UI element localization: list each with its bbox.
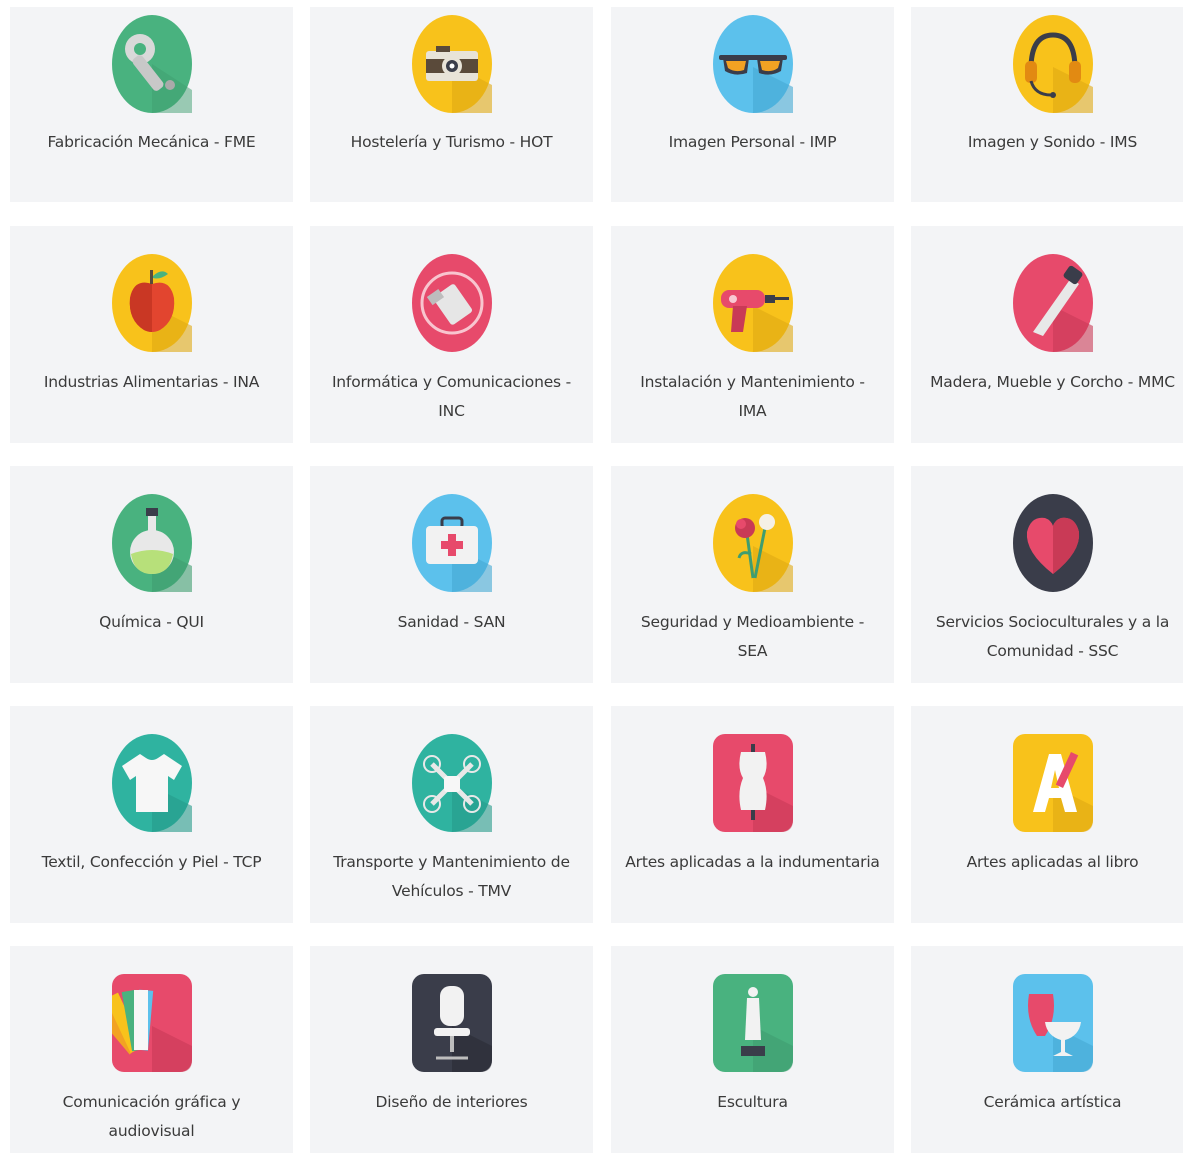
drill-icon xyxy=(712,254,793,352)
category-card-ceramica[interactable]: Cerámica artística xyxy=(911,946,1183,1153)
flask-icon xyxy=(111,494,192,592)
drone-icon xyxy=(411,734,492,832)
category-card-ima[interactable]: Instalación y Mantenimiento - IMA xyxy=(611,226,894,443)
first-aid-kit-icon xyxy=(411,494,492,592)
category-card-ina[interactable]: Industrias Alimentarias - INA xyxy=(10,226,293,443)
usb-drive-icon xyxy=(411,254,492,352)
apple-icon xyxy=(111,254,192,352)
category-label: Instalación y Mantenimiento - IMA xyxy=(640,373,865,420)
category-card-mmc[interactable]: Madera, Mueble y Corcho - MMC xyxy=(911,226,1183,443)
category-label: Hostelería y Turismo - HOT xyxy=(350,133,553,151)
category-label: Diseño de interiores xyxy=(375,1093,528,1111)
vase-icon xyxy=(1012,974,1093,1072)
category-card-indumentaria[interactable]: Artes aplicadas a la indumentaria xyxy=(611,706,894,923)
category-label: Cerámica artística xyxy=(983,1093,1122,1111)
headphones-icon xyxy=(1012,15,1093,113)
tshirt-icon xyxy=(111,734,192,832)
category-label: Madera, Mueble y Corcho - MMC xyxy=(930,373,1175,391)
category-label: Servicios Socioculturales y a la Comunid… xyxy=(935,613,1170,660)
category-label: Industrias Alimentarias - INA xyxy=(43,373,260,391)
category-card-escultura[interactable]: Escultura xyxy=(611,946,894,1153)
saw-icon xyxy=(1012,254,1093,352)
category-card-san[interactable]: Sanidad - SAN xyxy=(310,466,593,683)
camera-icon xyxy=(411,15,492,113)
category-card-imp[interactable]: Imagen Personal - IMP xyxy=(611,7,894,202)
category-card-qui[interactable]: Química - QUI xyxy=(10,466,293,683)
category-label: Artes aplicadas al libro xyxy=(966,853,1139,871)
category-label: Imagen y Sonido - IMS xyxy=(967,133,1138,151)
flowers-icon xyxy=(712,494,793,592)
color-swatch-icon xyxy=(111,974,192,1072)
wrench-icon xyxy=(111,15,192,113)
category-label: Comunicación gráfica y audiovisual xyxy=(62,1093,241,1140)
category-card-fme[interactable]: Fabricación Mecánica - FME xyxy=(10,7,293,202)
category-card-ssc[interactable]: Servicios Socioculturales y a la Comunid… xyxy=(911,466,1183,683)
category-card-libro[interactable]: Artes aplicadas al libro xyxy=(911,706,1183,923)
category-label: Transporte y Mantenimiento de Vehículos … xyxy=(333,853,570,900)
category-card-tmv[interactable]: Transporte y Mantenimiento de Vehículos … xyxy=(310,706,593,923)
category-label: Seguridad y Medioambiente - SEA xyxy=(640,613,865,660)
category-card-inc[interactable]: Informática y Comunicaciones - INC xyxy=(310,226,593,443)
category-card-ims[interactable]: Imagen y Sonido - IMS xyxy=(911,7,1183,202)
category-label: Informática y Comunicaciones - INC xyxy=(331,373,572,420)
sunglasses-icon xyxy=(712,15,793,113)
category-label: Textil, Confección y Piel - TCP xyxy=(41,853,262,871)
category-grid: Fabricación Mecánica - FME Hostelería y … xyxy=(0,0,1183,1153)
letter-a-pencil-icon xyxy=(1012,734,1093,832)
category-card-tcp[interactable]: Textil, Confección y Piel - TCP xyxy=(10,706,293,923)
category-card-grafica[interactable]: Comunicación gráfica y audiovisual xyxy=(10,946,293,1153)
category-label: Artes aplicadas a la indumentaria xyxy=(625,853,880,871)
statue-icon xyxy=(712,974,793,1072)
category-label: Sanidad - SAN xyxy=(397,613,506,631)
category-label: Química - QUI xyxy=(99,613,204,631)
category-label: Escultura xyxy=(717,1093,788,1111)
category-card-hot[interactable]: Hostelería y Turismo - HOT xyxy=(310,7,593,202)
category-card-sea[interactable]: Seguridad y Medioambiente - SEA xyxy=(611,466,894,683)
mannequin-icon xyxy=(712,734,793,832)
office-chair-icon xyxy=(411,974,492,1072)
category-card-interiores[interactable]: Diseño de interiores xyxy=(310,946,593,1153)
category-label: Imagen Personal - IMP xyxy=(668,133,837,151)
heart-icon xyxy=(1012,494,1093,592)
category-label: Fabricación Mecánica - FME xyxy=(47,133,256,151)
